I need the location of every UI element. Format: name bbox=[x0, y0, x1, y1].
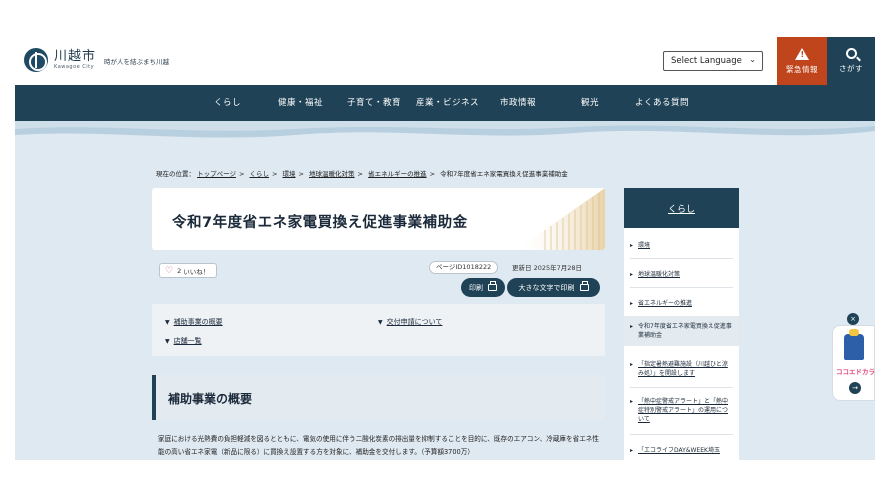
sidebar-item-environment[interactable]: 環境 bbox=[630, 241, 733, 250]
sidebar-link[interactable]: 環境 bbox=[638, 242, 650, 249]
sidebar-item-warming[interactable]: 地球温暖化対策 bbox=[630, 270, 733, 279]
emergency-info-button[interactable]: ! 緊急情報 bbox=[777, 37, 827, 85]
nav-item-city-info[interactable]: 市政情報 bbox=[500, 85, 536, 121]
sidebar-list: 環境 地球温暖化対策 省エネルギーの推進 令和7年度省エネ家電買換え促進事業補助… bbox=[624, 228, 739, 460]
large-print-button[interactable]: 大きな文字で印刷 bbox=[507, 278, 600, 297]
page: 川越市 Kawagoe City 時が人を結ぶまち川越 Select Langu… bbox=[15, 37, 875, 460]
nav-item-business[interactable]: 産業・ビジネス bbox=[416, 85, 479, 121]
sidebar-link[interactable]: 「指定暑熱避難施設（川越ひと涼み処）」を開設します bbox=[638, 361, 728, 377]
search-button[interactable]: さがす bbox=[827, 37, 875, 85]
page-title-card: 令和7年度省エネ家電買換え促進事業補助金 bbox=[152, 188, 605, 250]
breadcrumb-link-energy[interactable]: 省エネルギーの推進 bbox=[368, 170, 427, 178]
breadcrumb-link-environment[interactable]: 環境 bbox=[283, 170, 296, 178]
page-title: 令和7年度省エネ家電買換え促進事業補助金 bbox=[172, 215, 468, 231]
logo-en: Kawagoe City bbox=[54, 63, 95, 70]
breadcrumb: 現在の位置： トップページ > くらし > 環境 > 地球温暖化対策 > 省エネルギーの… bbox=[156, 168, 568, 178]
triangle-down-icon: ▼ bbox=[378, 319, 383, 326]
banner-label: ココエドカラー bbox=[836, 368, 875, 376]
triangle-down-icon: ▼ bbox=[165, 338, 170, 345]
nav-item-childcare[interactable]: 子育て・教育 bbox=[347, 85, 401, 121]
print-label: 印刷 bbox=[469, 283, 483, 292]
sidebar-item-cooling-shelter[interactable]: 「指定暑熱避難施設（川越ひと涼み処）」を開設します bbox=[630, 360, 733, 378]
site-header: 川越市 Kawagoe City 時が人を結ぶまち川越 Select Langu… bbox=[15, 37, 875, 85]
sidebar-link[interactable]: 地球温暖化対策 bbox=[638, 271, 680, 278]
language-select[interactable]: Select Language ⌄ bbox=[663, 51, 763, 71]
sidebar-divider bbox=[630, 287, 733, 288]
table-of-contents: ▼ 補助事業の概要 ▼ 交付申請について ▼ 店舗一覧 bbox=[152, 304, 605, 356]
floating-banner[interactable]: ココエドカラー → bbox=[832, 325, 875, 401]
chevron-down-icon: ⌄ bbox=[749, 55, 756, 64]
updated-date: 更新日 2025年7月28日 bbox=[512, 264, 583, 272]
close-icon[interactable]: × bbox=[847, 313, 859, 325]
like-count: 2 bbox=[177, 266, 182, 275]
sidebar-current-label: 令和7年度省エネ家電買換え促進事業補助金 bbox=[638, 323, 732, 339]
search-label: さがす bbox=[839, 64, 863, 73]
warning-icon: ! bbox=[795, 47, 809, 60]
main-nav: くらし 健康・福祉 子育て・教育 産業・ビジネス 市政情報 観光 よくある質問 bbox=[15, 85, 875, 121]
logo-name: 川越市 bbox=[54, 48, 97, 64]
sidebar-link[interactable]: 省エネルギーの推進 bbox=[638, 300, 692, 307]
breadcrumb-separator: > bbox=[357, 170, 363, 178]
breadcrumb-link-top[interactable]: トップページ bbox=[197, 170, 236, 178]
toc-link[interactable]: 交付申請について bbox=[387, 318, 443, 326]
breadcrumb-link-warming[interactable]: 地球温暖化対策 bbox=[309, 170, 355, 178]
nav-item-faq[interactable]: よくある質問 bbox=[635, 85, 689, 121]
city-emblem-icon bbox=[24, 48, 48, 72]
breadcrumb-prefix: 現在の位置： bbox=[156, 170, 195, 178]
toc-item-overview[interactable]: ▼ 補助事業の概要 bbox=[165, 317, 223, 327]
breadcrumb-link-kurashi[interactable]: くらし bbox=[249, 170, 269, 178]
nav-item-kurashi[interactable]: くらし bbox=[214, 85, 241, 121]
sidebar-heading-label: くらし bbox=[667, 204, 695, 215]
sidebar-heading[interactable]: くらし bbox=[624, 188, 739, 228]
language-select-label: Select Language bbox=[671, 56, 742, 66]
printer-icon bbox=[488, 281, 497, 291]
toc-item-application[interactable]: ▼ 交付申請について bbox=[378, 317, 442, 327]
toc-item-stores[interactable]: ▼ 店舗一覧 bbox=[165, 336, 202, 346]
section-heading: 補助事業の概要 bbox=[168, 392, 253, 406]
sidebar-item-current[interactable]: 令和7年度省エネ家電買換え促進事業補助金 bbox=[624, 316, 739, 346]
print-button[interactable]: 印刷 bbox=[461, 278, 505, 297]
heart-icon: ♡ bbox=[165, 265, 174, 276]
breadcrumb-current: 令和7年度省エネ家電買換え促進事業補助金 bbox=[440, 170, 568, 178]
sidebar-item-ecolife[interactable]: 「エコライフDAY&WEEK埼玉 bbox=[630, 446, 733, 455]
printer-icon bbox=[579, 281, 589, 291]
decorative-wave bbox=[15, 121, 875, 147]
nav-item-health[interactable]: 健康・福祉 bbox=[278, 85, 323, 121]
toc-link[interactable]: 店舗一覧 bbox=[174, 337, 202, 345]
logo-text: 川越市 Kawagoe City bbox=[54, 48, 97, 71]
logo-tagline: 時が人を結ぶまち川越 bbox=[104, 58, 170, 66]
triangle-down-icon: ▼ bbox=[165, 319, 170, 326]
title-decoration bbox=[515, 188, 605, 250]
like-label: いいね！ bbox=[183, 267, 210, 276]
toc-link[interactable]: 補助事業の概要 bbox=[174, 318, 223, 326]
page-id-badge: ページID1018222 bbox=[429, 261, 499, 274]
sidebar-item-heat-alert[interactable]: 「熱中症警戒アラート」と「熱中症特別警戒アラート」の運用について bbox=[630, 397, 733, 424]
sidebar-divider bbox=[630, 434, 733, 435]
nav-item-tourism[interactable]: 観光 bbox=[581, 85, 599, 121]
sidebar-link[interactable]: 「エコライフDAY&WEEK埼玉 bbox=[638, 447, 720, 454]
breadcrumb-separator: > bbox=[238, 170, 245, 178]
site-logo[interactable]: 川越市 Kawagoe City 時が人を結ぶまち川越 bbox=[24, 48, 169, 72]
large-print-label: 大きな文字で印刷 bbox=[518, 283, 575, 292]
sidebar-divider bbox=[630, 387, 733, 388]
sidebar-item-energy[interactable]: 省エネルギーの推進 bbox=[630, 299, 733, 308]
breadcrumb-separator: > bbox=[271, 170, 278, 178]
like-button[interactable]: ♡ 2 いいね！ bbox=[159, 263, 217, 278]
search-icon bbox=[845, 48, 857, 59]
sidebar-divider bbox=[630, 258, 733, 259]
arrow-right-icon[interactable]: → bbox=[849, 382, 861, 394]
sidebar-link[interactable]: 「熱中症警戒アラート」と「熱中症特別警戒アラート」の運用について bbox=[638, 398, 728, 423]
breadcrumb-separator: > bbox=[298, 170, 304, 178]
mascot-icon bbox=[844, 329, 864, 360]
emergency-label: 緊急情報 bbox=[786, 64, 818, 74]
breadcrumb-separator: > bbox=[429, 170, 436, 178]
section-heading-box: 補助事業の概要 bbox=[152, 375, 605, 420]
section-body: 家庭における光熱費の負担軽減を図るとともに、電気の使用に伴う二酸化炭素の排出量を… bbox=[158, 435, 599, 456]
